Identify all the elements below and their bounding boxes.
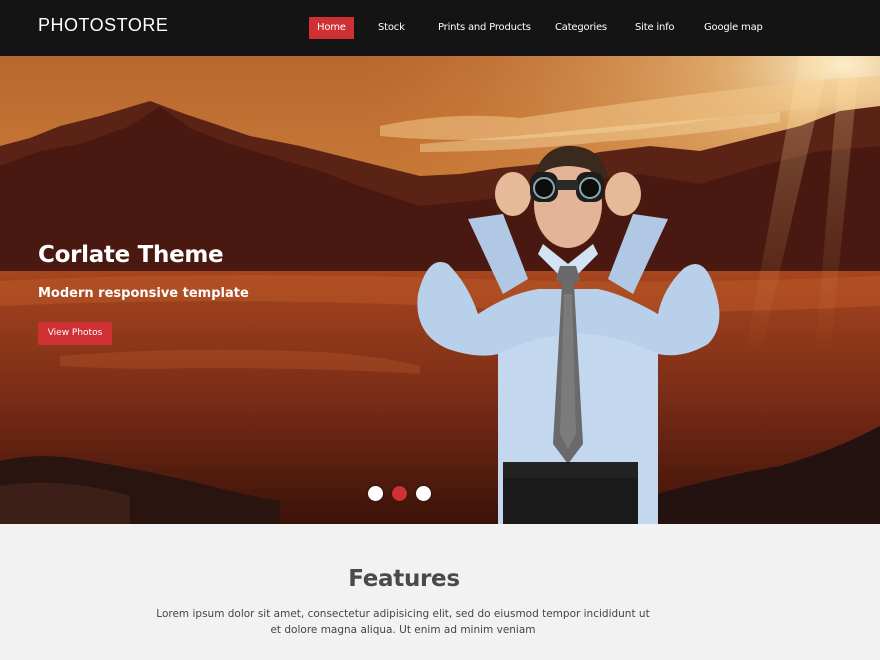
features-description-line-1: Lorem ipsum dolor sit amet, consectetur …	[156, 608, 650, 620]
hero-subtitle: Modern responsive template	[38, 286, 249, 301]
nav-item-google-map[interactable]: Google map	[696, 17, 771, 39]
hero-title: Corlate Theme	[38, 242, 224, 268]
nav-item-prints-and-products[interactable]: Prints and Products	[430, 17, 539, 39]
view-photos-button[interactable]: View Photos	[38, 322, 112, 345]
slider-dot-3[interactable]	[416, 486, 431, 501]
features-description-line-2: et dolore magna aliqua. Ut enim ad minim…	[270, 624, 536, 636]
slider-dot-1[interactable]	[368, 486, 383, 501]
nav-item-home[interactable]: Home	[309, 17, 354, 39]
features-description: Lorem ipsum dolor sit amet, consectetur …	[155, 606, 651, 638]
features-section: Features Lorem ipsum dolor sit amet, con…	[0, 524, 880, 660]
nav-item-site-info[interactable]: Site info	[627, 17, 682, 39]
nav-item-categories[interactable]: Categories	[547, 17, 615, 39]
site-logo[interactable]: PHOTOSTORE	[38, 15, 168, 36]
hero-slider: Corlate Theme Modern responsive template…	[0, 56, 880, 524]
features-title: Features	[348, 566, 460, 592]
hero-person-image	[417, 145, 720, 524]
nav-item-stock[interactable]: Stock	[370, 17, 413, 39]
site-header: PHOTOSTORE Home Stock Prints and Product…	[0, 0, 880, 56]
slider-dot-2[interactable]	[392, 486, 407, 501]
